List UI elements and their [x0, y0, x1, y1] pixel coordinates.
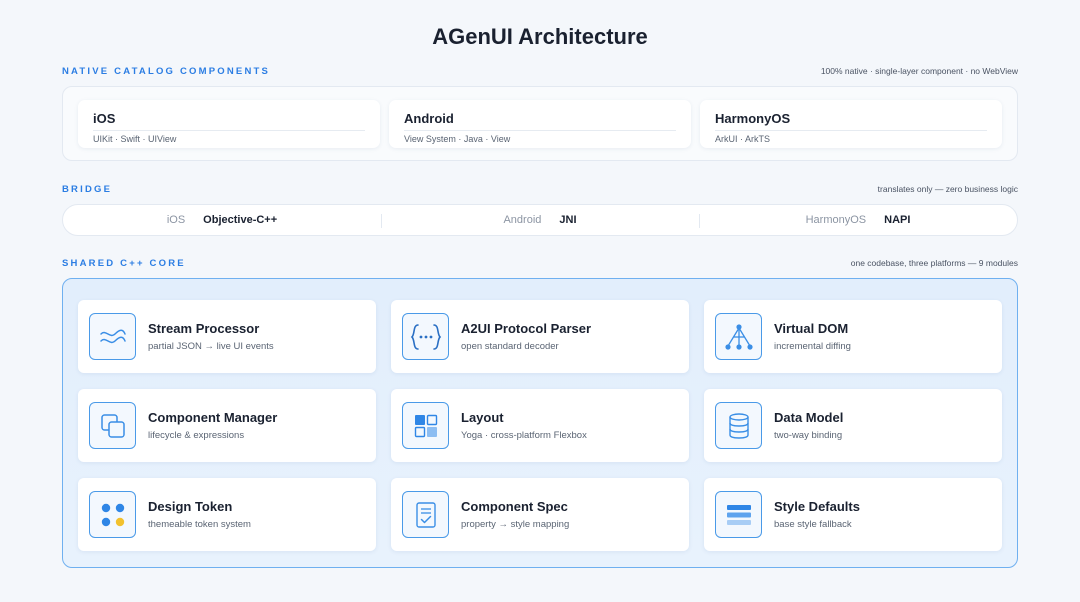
platform-stack: View System · Java · View: [404, 134, 511, 144]
core-section-note: one codebase, three platforms — 9 module…: [850, 258, 1018, 268]
module-name: Style Defaults: [774, 499, 860, 514]
bridge-section-header: BRIDGE translates only — zero business l…: [62, 182, 1018, 196]
module-card-virtual-dom: Virtual DOM incremental diffing: [704, 300, 1002, 373]
divider: [404, 130, 676, 131]
module-name: Data Model: [774, 410, 844, 425]
bridge-section-label: BRIDGE: [62, 183, 113, 195]
module-card-design-token: Design Token themeable token system: [78, 478, 376, 551]
tree-icon: [715, 313, 762, 360]
divider: [715, 130, 987, 131]
native-section-header: NATIVE CATALOG COMPONENTS 100% native · …: [62, 64, 1018, 78]
document-check-icon: [402, 491, 449, 538]
bridge-tech: Objective-C++: [203, 214, 278, 226]
native-section-note: 100% native · single-layer component · n…: [820, 66, 1018, 76]
platform-name: HarmonyOS: [715, 111, 791, 126]
module-name: A2UI Protocol Parser: [461, 321, 592, 336]
platform-stack: ArkUI · ArkTS: [715, 134, 771, 144]
bridge-platform: HarmonyOS: [805, 214, 867, 226]
stacked-lines-icon: [715, 491, 762, 538]
platform-stack: UIKit · Swift · UIView: [93, 134, 177, 144]
bridge-tech: NAPI: [884, 214, 911, 226]
grid-icon: [402, 402, 449, 449]
page-title: AGenUI Architecture: [432, 24, 648, 49]
module-desc: open standard decoder: [461, 341, 559, 352]
platform-name: iOS: [93, 111, 116, 126]
module-card-component-manager: Component Manager lifecycle & expression…: [78, 389, 376, 462]
stacked-squares-icon: [89, 402, 136, 449]
core-section-header: SHARED C++ CORE one codebase, three plat…: [62, 256, 1018, 270]
module-name: Virtual DOM: [774, 321, 849, 336]
platform-name: Android: [404, 111, 454, 126]
bridge-segment-android: Android JNI: [381, 205, 699, 235]
braces-icon: [402, 313, 449, 360]
module-card-layout: Layout Yoga · cross-platform Flexbox: [391, 389, 689, 462]
platform-card-android: Android View System · Java · View: [389, 100, 691, 148]
core-section-label: SHARED C++ CORE: [62, 257, 186, 269]
bridge-section-note: translates only — zero business logic: [877, 184, 1018, 194]
module-desc: incremental diffing: [774, 341, 851, 352]
bridge-segment-ios: iOS Objective-C++: [63, 205, 381, 235]
module-name: Layout: [461, 410, 504, 425]
module-card-style-defaults: Style Defaults base style fallback: [704, 478, 1002, 551]
bridge-segment-harmonyos: HarmonyOS NAPI: [699, 205, 1017, 235]
module-name: Stream Processor: [148, 321, 260, 336]
module-card-data-model: Data Model two-way binding: [704, 389, 1002, 462]
module-name: Component Spec: [461, 499, 568, 514]
module-desc: two-way binding: [774, 430, 843, 441]
module-desc: property → style mapping: [461, 519, 570, 530]
module-desc: partial JSON → live UI events: [148, 341, 274, 352]
bridge-platform: iOS: [166, 214, 186, 226]
module-card-stream-processor: Stream Processor partial JSON → live UI …: [78, 300, 376, 373]
native-components-panel: iOS UIKit · Swift · UIView Android View …: [62, 86, 1018, 161]
module-name: Component Manager: [148, 410, 278, 425]
database-icon: [715, 402, 762, 449]
wave-icon: [89, 313, 136, 360]
module-card-protocol-parser: A2UI Protocol Parser open standard decod…: [391, 300, 689, 373]
module-desc: lifecycle & expressions: [148, 430, 245, 441]
divider: [93, 130, 365, 131]
module-desc: base style fallback: [774, 519, 852, 530]
native-section-label: NATIVE CATALOG COMPONENTS: [62, 65, 271, 77]
bridge-platform: Android: [503, 214, 542, 226]
platform-card-harmonyos: HarmonyOS ArkUI · ArkTS: [700, 100, 1002, 148]
module-card-component-spec: Component Spec property → style mapping: [391, 478, 689, 551]
module-desc: themeable token system: [148, 519, 251, 530]
module-desc: Yoga · cross-platform Flexbox: [461, 430, 587, 441]
bridge-bar: iOS Objective-C++ Android JNI HarmonyOS …: [62, 204, 1018, 236]
module-name: Design Token: [148, 499, 233, 514]
color-dots-icon: [89, 491, 136, 538]
shared-core-panel: Stream Processor partial JSON → live UI …: [62, 278, 1018, 568]
platform-card-ios: iOS UIKit · Swift · UIView: [78, 100, 380, 148]
bridge-tech: JNI: [559, 214, 577, 226]
